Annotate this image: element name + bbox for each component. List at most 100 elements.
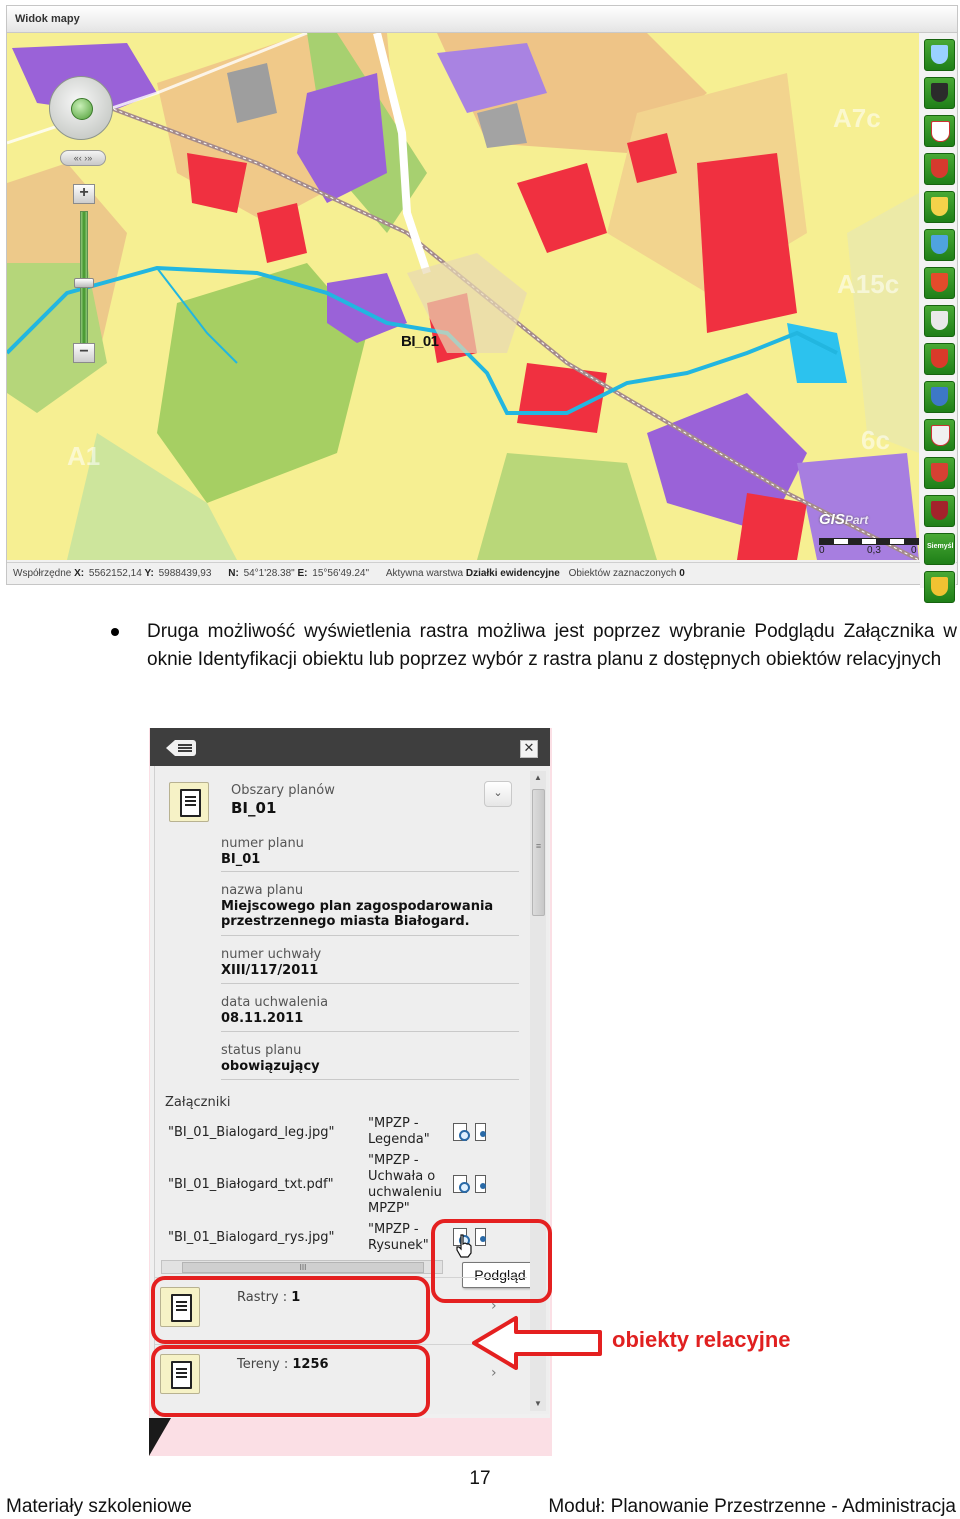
layer-label: Obszary planów	[231, 783, 335, 798]
gis-logo: GISPart	[819, 511, 868, 528]
map-title: Widok mapy	[15, 13, 80, 25]
field-value: BI_01	[221, 852, 261, 867]
map-zone-label: 6c	[861, 425, 890, 455]
scale-bar	[819, 538, 919, 545]
divider	[221, 1079, 519, 1080]
nav-center-icon[interactable]	[71, 98, 93, 120]
crest-button[interactable]: Siemyśl	[924, 533, 955, 565]
crest-button[interactable]	[924, 495, 955, 527]
y-value: 5988439,93	[158, 568, 212, 579]
preview-icon[interactable]	[453, 1123, 470, 1141]
field-label: numer planu	[221, 836, 304, 851]
crest-button[interactable]	[924, 77, 955, 109]
zoom-slider-handle[interactable]	[74, 278, 94, 288]
crest-button[interactable]	[924, 571, 955, 603]
map-zone-label: A15c	[837, 269, 900, 299]
crest-button[interactable]	[924, 305, 955, 337]
scale-mid: 0,3	[867, 545, 881, 556]
field-label: numer uchwały	[221, 947, 322, 962]
download-icon[interactable]	[475, 1123, 487, 1141]
highlight-preview-box	[431, 1219, 552, 1303]
attachment-file: "BI_01_Bialogard_rys.jpg"	[168, 1230, 335, 1245]
gis-logo-suffix: Part	[844, 513, 869, 527]
x-label: X:	[74, 568, 85, 579]
divider	[221, 935, 519, 936]
bullet-text: Druga możliwość wyświetlenia rastra możl…	[147, 621, 957, 670]
map-nav-control[interactable]	[49, 76, 113, 140]
close-button[interactable]: ✕	[520, 740, 538, 758]
map-window: Widok mapy «‹ ›» + − BI_01 A7c A15c A1 6…	[6, 5, 958, 603]
highlight-rastry-box	[151, 1276, 430, 1344]
scroll-grip-icon: ≡	[535, 841, 542, 851]
e-value: 15°56'49.24"	[312, 568, 370, 579]
selected-label: Obiektów zaznaczonych	[568, 568, 677, 579]
vscroll-thumb[interactable]: ≡	[532, 789, 545, 916]
panel-corner	[149, 1418, 171, 1456]
scroll-up-icon[interactable]: ▲	[530, 773, 546, 782]
e-label: E:	[297, 568, 308, 579]
coords-label: Współrzędne	[13, 568, 72, 579]
y-label: Y:	[144, 568, 154, 579]
field-value: XIII/117/2011	[221, 963, 319, 978]
map-zone-label: A7c	[833, 103, 881, 133]
page-number: 17	[469, 1468, 491, 1489]
divider	[221, 1031, 519, 1032]
hscroll-thumb[interactable]: III	[182, 1262, 424, 1273]
n-value: 54°1'28.38"	[243, 568, 295, 579]
crest-button[interactable]	[924, 153, 955, 185]
zoom-out-button[interactable]: −	[73, 343, 95, 363]
attachments-title: Załączniki	[165, 1095, 231, 1110]
document-icon	[169, 782, 209, 822]
gis-logo-text: GIS	[819, 511, 845, 528]
horizontal-scrollbar[interactable]: III	[161, 1260, 443, 1274]
n-label: N:	[228, 568, 239, 579]
map-status-bar: Współrzędne X: 5562152,14 Y: 5988439,93 …	[7, 562, 957, 584]
bullet-icon	[111, 628, 119, 636]
download-icon[interactable]	[475, 1175, 487, 1193]
field-label: nazwa planu	[221, 883, 304, 898]
arrow-left-icon	[472, 1316, 602, 1370]
field-label: data uchwalenia	[221, 995, 329, 1010]
map-plan-label: BI_01	[401, 333, 439, 350]
preview-icon[interactable]	[453, 1175, 470, 1193]
crest-button[interactable]	[924, 267, 955, 299]
map-raster	[7, 33, 919, 560]
crest-button[interactable]	[924, 229, 955, 261]
crest-label: Siemyśl	[927, 543, 954, 550]
crest-button[interactable]	[924, 343, 955, 375]
attachment-desc: "MPZP - Uchwała o uchwaleniu MPZP"	[368, 1153, 442, 1216]
attachment-file: "BI_01_Bialogard_leg.jpg"	[168, 1125, 335, 1140]
crest-button[interactable]	[924, 419, 955, 451]
layer-label: Aktywna warstwa	[385, 568, 464, 579]
dropdown-button[interactable]: ⌄	[484, 781, 512, 807]
field-value: obowiązujący	[221, 1059, 320, 1074]
zoom-in-button[interactable]: +	[73, 184, 95, 204]
x-value: 5562152,14	[88, 568, 142, 579]
crest-button[interactable]	[924, 381, 955, 413]
crest-button[interactable]	[924, 191, 955, 223]
field-label: status planu	[221, 1043, 302, 1058]
attachment-file: "BI_01_Białogard_txt.pdf"	[168, 1177, 334, 1192]
highlight-tereny-box	[151, 1345, 430, 1417]
scale-right: 0	[911, 545, 917, 556]
divider	[221, 983, 519, 984]
annotation-text: obiekty relacyjne	[612, 1327, 791, 1352]
footer-right: Moduł: Planowanie Przestrzenne - Adminis…	[548, 1496, 956, 1517]
field-value: Miejscowego plan zagospodarowania przest…	[221, 899, 494, 929]
layer-value: Działki ewidencyjne	[465, 568, 560, 579]
attachment-desc: "MPZP - Legenda"	[368, 1116, 430, 1147]
map-titlebar: Widok mapy	[7, 6, 957, 33]
scale-left: 0	[819, 545, 825, 556]
pan-rotate-button[interactable]: «‹ ›»	[60, 150, 106, 166]
crest-button[interactable]	[924, 115, 955, 147]
crest-button[interactable]	[924, 39, 955, 71]
layer-value: BI_01	[231, 799, 277, 817]
list-icon[interactable]	[166, 740, 196, 756]
scroll-down-icon[interactable]: ▼	[530, 1399, 546, 1408]
map-canvas[interactable]: «‹ ›» + − BI_01 A7c A15c A1 6c GISPart 0…	[7, 33, 919, 560]
selected-value: 0	[679, 568, 685, 579]
crest-button[interactable]	[924, 457, 955, 489]
panel-header: ✕	[150, 728, 550, 766]
field-value: 08.11.2011	[221, 1011, 304, 1026]
footer-left: Materiały szkoleniowe	[6, 1496, 192, 1517]
